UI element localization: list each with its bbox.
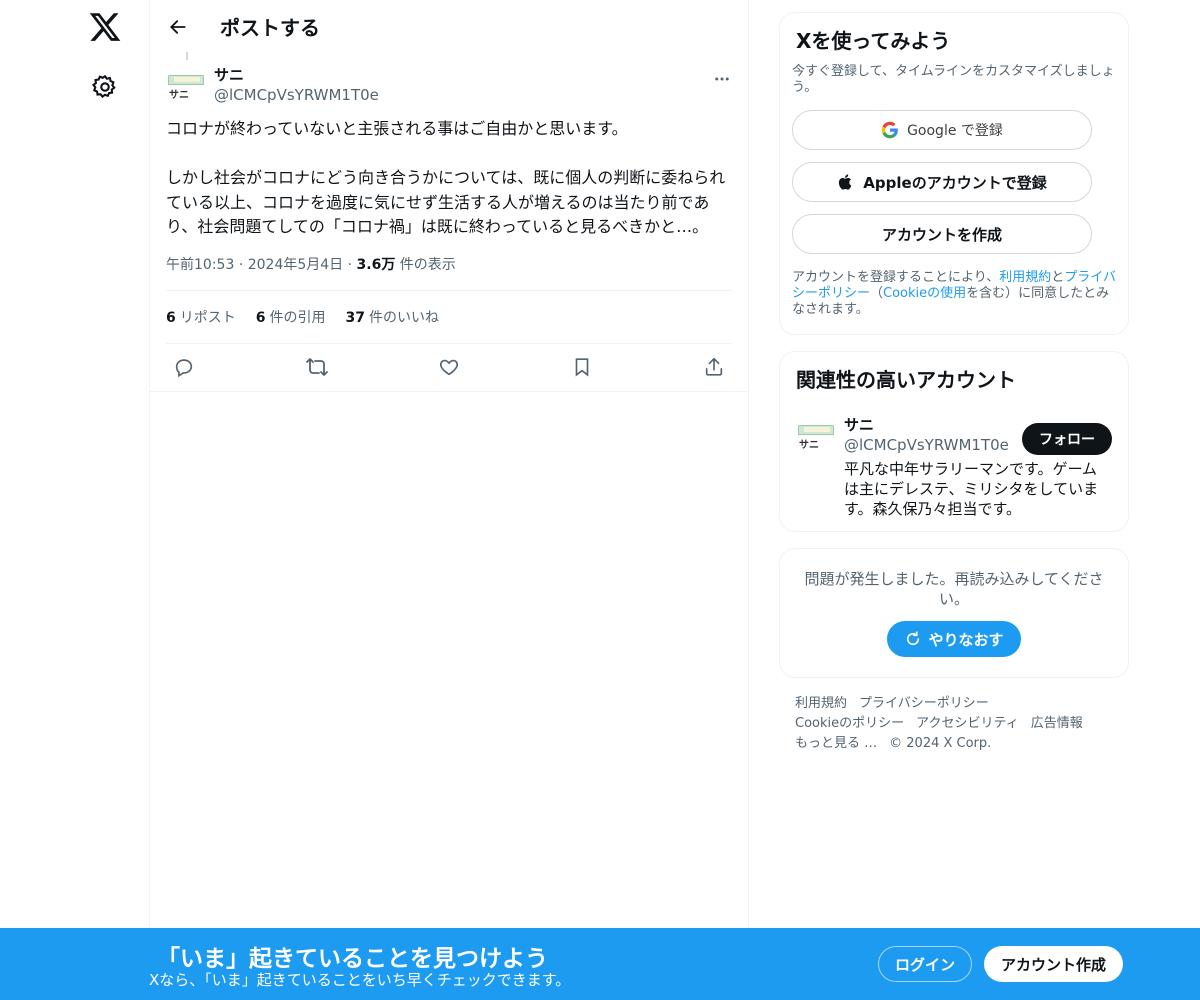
bottom-bar-subtitle: Xなら、「いま」起きていることをいち早くチェックできます。 <box>149 971 571 989</box>
related-account-row[interactable]: サニ サニ @lCMCpVsYRWM1T0e 平凡な中年サラリーマンです。ゲーム… <box>796 415 1112 519</box>
views-count: 3.6万 <box>356 256 396 273</box>
stat-quotes[interactable]: 6 件の引用 <box>256 307 326 327</box>
post-meta: 午前10:53 · 2024年5月4日 · 3.6万 件の表示 <box>166 254 732 291</box>
terms-text: アカウントを登録することにより、利用規約とプライバシーポリシー（Cookieの使… <box>792 270 1117 317</box>
create-account-button[interactable]: アカウントを作成 <box>792 214 1092 254</box>
retry-button[interactable]: やりなおす <box>887 621 1021 657</box>
signup-button[interactable]: アカウント作成 <box>984 946 1123 982</box>
views-label: 件の表示 <box>399 256 456 273</box>
footer-link[interactable]: 広告情報 <box>1031 716 1083 731</box>
bookmark-icon[interactable] <box>568 353 596 381</box>
x-logo-icon[interactable] <box>88 10 122 44</box>
apple-signup-button[interactable]: Appleのアカウントで登録 <box>792 162 1092 202</box>
avatar[interactable]: サニ <box>796 415 836 455</box>
stat-reposts[interactable]: 6 リポスト <box>166 307 236 327</box>
repost-icon[interactable] <box>303 353 331 381</box>
meta-separator: · <box>347 256 353 273</box>
meta-separator: · <box>238 256 244 273</box>
gear-icon[interactable] <box>91 73 119 101</box>
stat-likes[interactable]: 37 件のいいね <box>346 307 439 327</box>
error-card: 問題が発生しました。再読み込みしてください。 やりなおす <box>779 548 1129 678</box>
post-date[interactable]: 2024年5月4日 <box>248 257 343 273</box>
footer-link[interactable]: 利用規約 <box>795 696 847 711</box>
signup-card: Xを使ってみよう 今すぐ登録して、タイムラインをカスタマイズしましょう。 Goo… <box>779 12 1129 335</box>
like-icon[interactable] <box>435 353 463 381</box>
main-column: ポストする サニ サニ @lCMCpVsYRWM1T0e コロナが終わっていない… <box>149 0 749 1000</box>
bottom-signup-bar: 「いま」起きていることを見つけよう Xなら、「いま」起きていることをいち早くチェ… <box>0 928 1200 1000</box>
page-title: ポストする <box>220 16 320 40</box>
author-name[interactable]: サニ <box>214 65 379 85</box>
share-icon[interactable] <box>700 353 728 381</box>
author-row: サニ サニ @lCMCpVsYRWM1T0e <box>166 53 732 105</box>
more-options-icon[interactable] <box>712 69 732 89</box>
login-button[interactable]: ログイン <box>878 946 972 982</box>
signup-title: Xを使ってみよう <box>796 29 951 53</box>
cookie-link[interactable]: Cookieの使用 <box>883 286 966 301</box>
related-accounts-card: 関連性の高いアカウント サニ サニ @lCMCpVsYRWM1T0e 平凡な中年… <box>779 351 1129 532</box>
reply-icon[interactable] <box>170 353 198 381</box>
footer-link[interactable]: Cookieのポリシー <box>795 716 904 731</box>
left-nav <box>0 0 150 1000</box>
back-arrow-icon[interactable] <box>166 15 190 39</box>
post: サニ サニ @lCMCpVsYRWM1T0e コロナが終わっていないと主張される… <box>150 52 748 392</box>
footer-link[interactable]: もっと見る … <box>795 736 877 751</box>
post-actions <box>166 344 732 391</box>
post-stats: 6 リポスト 6 件の引用 37 件のいいね <box>166 291 732 344</box>
author-handle[interactable]: @lCMCpVsYRWM1T0e <box>214 85 379 105</box>
terms-link[interactable]: 利用規約 <box>999 270 1051 285</box>
right-sidebar: Xを使ってみよう 今すぐ登録して、タイムラインをカスタマイズしましょう。 Goo… <box>779 0 1129 770</box>
avatar[interactable]: サニ <box>166 65 206 105</box>
follow-button[interactable]: フォロー <box>1022 423 1112 455</box>
bottom-bar-title: 「いま」起きていることを見つけよう <box>157 946 548 972</box>
google-signup-button[interactable]: Google で登録 <box>792 110 1092 150</box>
footer-links: 利用規約 プライバシーポリシー Cookieのポリシー アクセシビリティ 広告情報 も… <box>779 678 1129 770</box>
google-icon <box>881 121 898 139</box>
error-message: 問題が発生しました。再読み込みしてください。 <box>804 570 1104 608</box>
post-text: コロナが終わっていないと主張される事はご自由かと思います。 しかし社会がコロナに… <box>166 119 726 236</box>
related-bio: 平凡な中年サラリーマンです。ゲームは主にデレステ、ミリシタをしています。森久保乃… <box>844 460 1099 518</box>
copyright: © 2024 X Corp. <box>889 736 992 751</box>
footer-link[interactable]: プライバシーポリシー <box>859 696 989 711</box>
apple-icon <box>839 174 852 190</box>
related-title: 関連性の高いアカウント <box>796 368 1016 392</box>
post-time[interactable]: 午前10:53 <box>166 257 234 273</box>
footer-link[interactable]: アクセシビリティ <box>916 716 1019 731</box>
page-header: ポストする <box>150 0 748 53</box>
refresh-icon <box>907 631 920 646</box>
signup-subtitle: 今すぐ登録して、タイムラインをカスタマイズしましょう。 <box>792 64 1115 95</box>
